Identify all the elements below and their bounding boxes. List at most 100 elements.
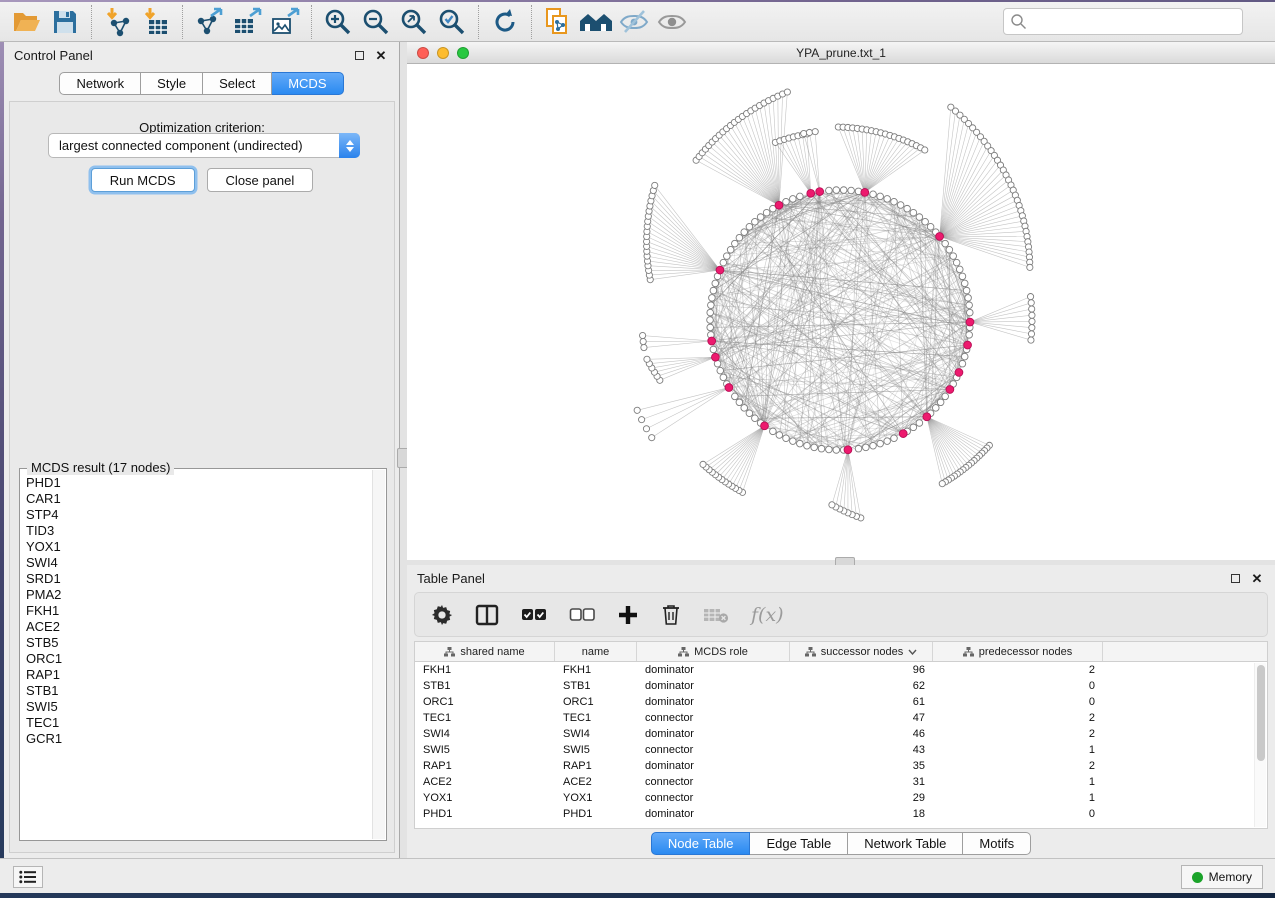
network-node[interactable] (833, 187, 840, 194)
network-node[interactable] (709, 295, 716, 302)
import-network-button[interactable] (99, 4, 137, 40)
network-node[interactable] (959, 360, 966, 367)
column-header-mcds-role[interactable]: MCDS role (637, 642, 790, 661)
mcds-hub-node[interactable] (964, 341, 972, 349)
export-table-button[interactable] (228, 4, 266, 40)
network-node[interactable] (884, 438, 891, 445)
search-input[interactable] (1003, 8, 1243, 35)
satellite-node[interactable] (1028, 300, 1034, 306)
network-node[interactable] (776, 432, 783, 439)
satellite-node[interactable] (641, 344, 647, 350)
optimization-criterion-select[interactable]: largest connected component (undirected) (48, 133, 360, 158)
satellite-node[interactable] (1027, 294, 1033, 300)
network-node[interactable] (757, 214, 764, 221)
mcds-hub-node[interactable] (716, 266, 724, 274)
satellite-node[interactable] (1029, 312, 1035, 318)
network-node[interactable] (966, 302, 973, 309)
satellite-node[interactable] (640, 332, 646, 338)
refresh-view-button[interactable] (486, 4, 524, 40)
new-network-from-selection-button[interactable] (539, 4, 577, 40)
select-all-button[interactable] (521, 600, 547, 630)
network-node[interactable] (746, 223, 753, 230)
network-node[interactable] (707, 324, 714, 331)
tab-network-table[interactable]: Network Table (848, 832, 963, 855)
tab-network[interactable]: Network (59, 72, 141, 95)
satellite-node[interactable] (1028, 337, 1034, 343)
list-item[interactable]: STB5 (26, 635, 372, 651)
mcds-hub-node[interactable] (775, 201, 783, 209)
table-row[interactable]: SWI5SWI5connector431 (415, 742, 1254, 758)
delete-table-button[interactable] (703, 600, 729, 630)
mcds-hub-node[interactable] (807, 189, 815, 197)
satellite-node[interactable] (639, 417, 645, 423)
satellite-node[interactable] (939, 481, 945, 487)
network-node[interactable] (966, 309, 973, 316)
list-item[interactable]: CAR1 (26, 491, 372, 507)
mcds-hub-node[interactable] (844, 446, 852, 454)
tab-motifs[interactable]: Motifs (963, 832, 1031, 855)
satellite-node[interactable] (1029, 318, 1035, 324)
list-item[interactable]: ORC1 (26, 651, 372, 667)
tab-style[interactable]: Style (141, 72, 203, 95)
satellite-node[interactable] (640, 338, 646, 344)
satellite-node[interactable] (801, 130, 807, 136)
tab-mcds[interactable]: MCDS (272, 72, 343, 95)
network-node[interactable] (727, 246, 734, 253)
table-row[interactable]: SWI4SWI4dominator462 (415, 726, 1254, 742)
network-node[interactable] (942, 393, 949, 400)
network-node[interactable] (826, 446, 833, 453)
network-node[interactable] (963, 287, 970, 294)
table-settings-button[interactable] (431, 600, 453, 630)
satellite-node[interactable] (1029, 306, 1035, 312)
network-node[interactable] (932, 405, 939, 412)
network-node[interactable] (927, 223, 934, 230)
network-node[interactable] (966, 332, 973, 339)
network-node[interactable] (877, 440, 884, 447)
hide-selected-button[interactable] (615, 4, 653, 40)
export-network-button[interactable] (190, 4, 228, 40)
tab-edge-table[interactable]: Edge Table (750, 832, 848, 855)
mcds-hub-node[interactable] (946, 386, 954, 394)
function-builder-button[interactable]: f(x) (751, 600, 784, 630)
network-node[interactable] (720, 374, 727, 381)
network-node[interactable] (946, 246, 953, 253)
table-row[interactable]: PHD1PHD1dominator180 (415, 806, 1254, 822)
satellite-node[interactable] (1027, 264, 1033, 270)
satellite-node[interactable] (1028, 331, 1034, 337)
list-item[interactable]: FKH1 (26, 603, 372, 619)
column-header-successor-nodes[interactable]: successor nodes (790, 642, 933, 661)
close-panel-button[interactable]: ✕ (1249, 570, 1265, 586)
network-node[interactable] (942, 240, 949, 247)
network-node[interactable] (707, 309, 714, 316)
mcds-hub-node[interactable] (725, 384, 733, 392)
list-item[interactable]: SWI4 (26, 555, 372, 571)
network-node[interactable] (797, 193, 804, 200)
network-node[interactable] (833, 447, 840, 454)
zoom-in-button[interactable] (319, 4, 357, 40)
network-node[interactable] (790, 196, 797, 203)
tab-select[interactable]: Select (203, 72, 272, 95)
network-node[interactable] (904, 205, 911, 212)
list-item[interactable]: RAP1 (26, 667, 372, 683)
network-node[interactable] (720, 259, 727, 266)
mcds-list-scrollbar[interactable] (372, 470, 385, 839)
zoom-fit-button[interactable] (395, 4, 433, 40)
close-panel-button[interactable]: ✕ (373, 47, 389, 63)
network-node[interactable] (783, 435, 790, 442)
column-header-predecessor-nodes[interactable]: predecessor nodes (933, 642, 1103, 661)
network-node[interactable] (956, 266, 963, 273)
close-mcds-panel-button[interactable]: Close panel (207, 168, 314, 192)
network-node[interactable] (897, 202, 904, 209)
list-item[interactable]: ACE2 (26, 619, 372, 635)
network-node[interactable] (916, 214, 923, 221)
show-all-button[interactable] (653, 4, 691, 40)
export-image-button[interactable] (266, 4, 304, 40)
mcds-hub-node[interactable] (923, 413, 931, 421)
network-node[interactable] (724, 253, 731, 260)
satellite-node[interactable] (922, 147, 928, 153)
list-item[interactable]: SWI5 (26, 699, 372, 715)
show-columns-button[interactable] (475, 600, 499, 630)
float-panel-button[interactable] (351, 47, 367, 63)
tab-node-table[interactable]: Node Table (651, 832, 751, 855)
network-node[interactable] (797, 440, 804, 447)
